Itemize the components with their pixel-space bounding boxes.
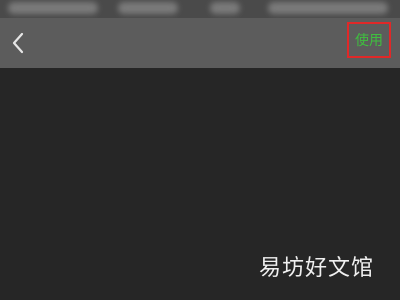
use-button-label: 使用	[355, 33, 383, 49]
watermark-text: 易坊好文馆	[258, 256, 374, 281]
chevron-left-icon	[12, 32, 24, 54]
back-button[interactable]	[6, 30, 30, 56]
blurred-status-item	[268, 2, 388, 14]
status-bar	[0, 0, 400, 18]
screen: 使用 易坊好文馆	[0, 0, 400, 300]
use-button[interactable]: 使用	[347, 22, 391, 58]
blurred-status-item	[210, 2, 240, 14]
content-area: 易坊好文馆	[0, 68, 400, 300]
navigation-bar: 使用	[0, 18, 400, 68]
blurred-status-item	[118, 2, 178, 14]
blurred-status-item	[8, 2, 98, 14]
